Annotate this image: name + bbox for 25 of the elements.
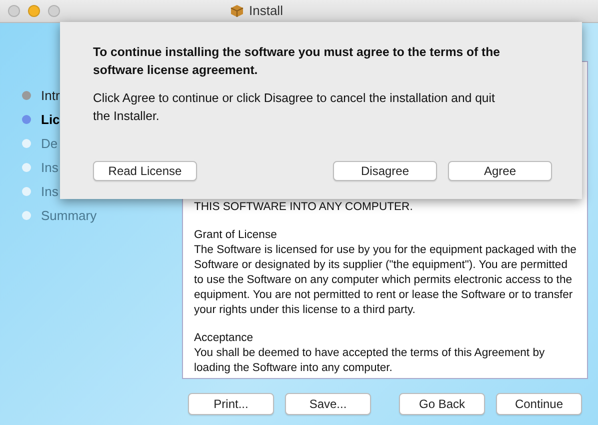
alert-message: Click Agree to continue or click Disagree to cancel the installation and quit the Installer. — [93, 90, 496, 125]
alert-button[interactable]: Disagree — [333, 161, 437, 181]
close-button[interactable] — [8, 5, 20, 17]
section-heading: Acceptance — [194, 331, 254, 346]
license-paragraph: You shall be deemed to have accepted the terms of this Agreement by loading the Software into any computer. — [194, 346, 546, 376]
step-label: Intr — [41, 88, 60, 102]
footer-button[interactable]: Go Back — [399, 393, 485, 415]
step-label: Summary — [41, 208, 97, 222]
package-icon — [230, 4, 244, 18]
alert-button[interactable]: Read License — [93, 161, 197, 181]
section-heading: Grant of License — [194, 228, 278, 243]
step-label: Ins — [41, 160, 58, 174]
step-label: Lic — [41, 112, 60, 126]
footer-button[interactable]: Continue — [496, 393, 582, 415]
license-paragraph: The Software is licensed for use by you for the equipment packaged with the Software or designated by its supplier ("the equipment"). You are permitted to use the Software on any computer which permits electronic access to the equipment. You are not permitted to rent or lease the Software or to transfer your rights under this license to a third party. — [194, 243, 578, 318]
minimize-button[interactable] — [28, 5, 40, 17]
alert-button[interactable]: Agree — [448, 161, 552, 181]
alert-title: To continue installing the software you must agree to the terms of the software license agreement. — [93, 44, 501, 79]
footer-button[interactable]: Save... — [285, 393, 371, 415]
window-title: Install — [249, 3, 283, 18]
footer-button[interactable]: Print... — [188, 393, 274, 415]
step-label: De — [41, 136, 58, 150]
zoom-button[interactable] — [48, 5, 60, 17]
license-paragraph: THIS SOFTWARE INTO ANY COMPUTER. — [194, 200, 414, 215]
step-label: Ins — [41, 184, 58, 198]
